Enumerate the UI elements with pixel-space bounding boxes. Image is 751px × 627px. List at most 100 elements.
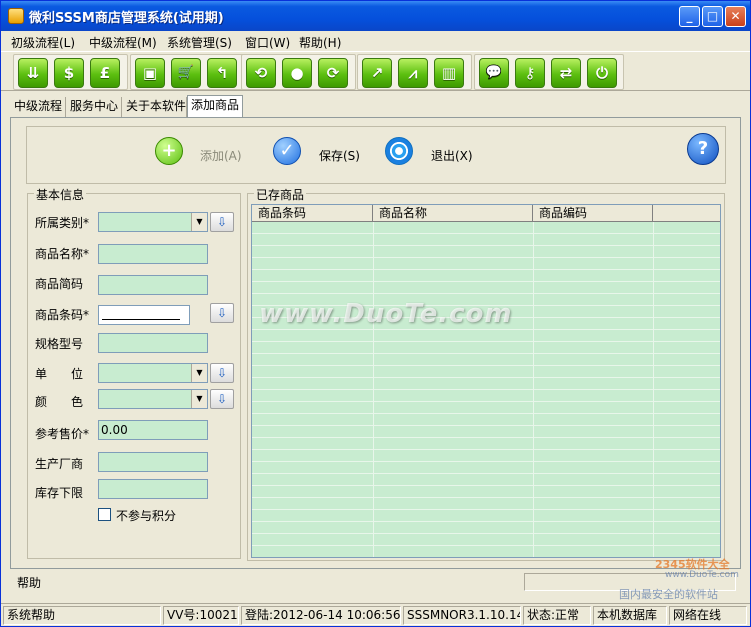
- no-points-checkbox[interactable]: [98, 508, 111, 521]
- app-window: 微利SSSM商店管理系统(试用期) _ □ ✕ 初级流程(L) 中级流程(M) …: [0, 0, 751, 627]
- unit-combo[interactable]: ▼: [98, 363, 208, 383]
- table-row[interactable]: [252, 330, 720, 342]
- maker-label: 生产厂商: [35, 457, 84, 471]
- table-row[interactable]: [252, 366, 720, 378]
- table-row[interactable]: [252, 450, 720, 462]
- column-divider: [720, 222, 721, 558]
- model-field[interactable]: [98, 333, 208, 353]
- sync-icon[interactable]: ⇄: [551, 58, 581, 88]
- checkmark-icon[interactable]: ✓: [273, 137, 301, 165]
- exit-button[interactable]: 退出(X): [431, 147, 473, 164]
- column-header-name[interactable]: 商品名称: [373, 205, 533, 222]
- menu-window[interactable]: 窗口(W): [245, 34, 290, 51]
- save-button[interactable]: 保存(S): [319, 147, 360, 164]
- menu-basic-flow[interactable]: 初级流程(L): [11, 34, 75, 51]
- apple-icon[interactable]: ●: [282, 58, 312, 88]
- table-row[interactable]: [252, 378, 720, 390]
- power-icon[interactable]: ⏻: [587, 58, 617, 88]
- table-row[interactable]: [252, 474, 720, 486]
- barcode-field[interactable]: [98, 305, 190, 325]
- toolbar-group-4: ↗ ⩘ ▥: [357, 54, 472, 90]
- status-state: 状态:正常: [523, 606, 591, 625]
- minimize-button[interactable]: _: [679, 6, 700, 27]
- table-row[interactable]: [252, 246, 720, 258]
- chevron-down-icon[interactable]: ▼: [191, 390, 207, 408]
- add-button[interactable]: 添加(A): [200, 147, 242, 164]
- toolbar-group-2: ▣ 🛒 ↰: [130, 54, 245, 90]
- table-row[interactable]: [252, 342, 720, 354]
- category-pick-icon[interactable]: ⇩: [210, 212, 234, 232]
- circle-arrows-icon[interactable]: ⟲: [246, 58, 276, 88]
- table-row[interactable]: [252, 414, 720, 426]
- toolbar-group-5: 💬 ⚷ ⇄ ⏻: [474, 54, 624, 90]
- category-combo[interactable]: ▼: [98, 212, 208, 232]
- table-row[interactable]: [252, 462, 720, 474]
- speech-bubble-icon[interactable]: 💬: [479, 58, 509, 88]
- table-header: 商品条码 商品名称 商品编码: [252, 205, 720, 222]
- table-row[interactable]: [252, 510, 720, 522]
- pound-icon[interactable]: £: [90, 58, 120, 88]
- price-field[interactable]: 0.00: [98, 420, 208, 440]
- table-row[interactable]: [252, 522, 720, 534]
- close-button[interactable]: ✕: [725, 6, 746, 27]
- menu-mid-flow[interactable]: 中级流程(M): [89, 34, 157, 51]
- menu-help[interactable]: 帮助(H): [299, 34, 341, 51]
- barcode-pick-icon[interactable]: ⇩: [210, 303, 234, 323]
- tab-about[interactable]: 关于本软件: [123, 97, 187, 117]
- table-row[interactable]: [252, 270, 720, 282]
- app-icon: [8, 8, 24, 24]
- unit-pick-icon[interactable]: ⇩: [210, 363, 234, 383]
- table-row[interactable]: [252, 486, 720, 498]
- category-label: 所属类别*: [35, 216, 90, 230]
- table-row[interactable]: [252, 534, 720, 546]
- return-arrow-icon[interactable]: ↰: [207, 58, 237, 88]
- money-bag-icon[interactable]: $: [54, 58, 84, 88]
- table-row[interactable]: [252, 390, 720, 402]
- shopping-cart-icon[interactable]: 🛒: [171, 58, 201, 88]
- stored-goods-table[interactable]: 商品条码 商品名称 商品编码: [251, 204, 721, 558]
- menu-system[interactable]: 系统管理(S): [167, 34, 232, 51]
- table-row[interactable]: [252, 498, 720, 510]
- document-icon[interactable]: ▣: [135, 58, 165, 88]
- double-chevron-down-icon[interactable]: ⇊: [18, 58, 48, 88]
- name-field[interactable]: [98, 244, 208, 264]
- title-bar[interactable]: 微利SSSM商店管理系统(试用期) _ □ ✕: [1, 1, 750, 31]
- maximize-button[interactable]: □: [702, 6, 723, 27]
- table-row[interactable]: [252, 282, 720, 294]
- corner-watermark: 2345软件大全 www.DuoTe.com 国内最安全的软件站: [613, 556, 749, 602]
- table-row[interactable]: [252, 258, 720, 270]
- basic-info-title: 基本信息: [34, 186, 87, 203]
- add-icon[interactable]: +: [155, 137, 183, 165]
- help-question-icon[interactable]: ?: [687, 133, 719, 165]
- tab-service-center[interactable]: 服务中心: [67, 97, 122, 117]
- table-row[interactable]: [252, 438, 720, 450]
- color-combo[interactable]: ▼: [98, 389, 208, 409]
- price-label: 参考售价*: [35, 427, 90, 441]
- table-row[interactable]: [252, 234, 720, 246]
- area-chart-icon[interactable]: ⩘: [398, 58, 428, 88]
- watermark: www.DuoTe.com: [259, 299, 513, 329]
- stock-min-field[interactable]: [98, 479, 208, 499]
- short-code-field[interactable]: [98, 275, 208, 295]
- maker-field[interactable]: [98, 452, 208, 472]
- chevron-down-icon[interactable]: ▼: [191, 213, 207, 231]
- table-row[interactable]: [252, 222, 720, 234]
- tab-mid-flow[interactable]: 中级流程: [11, 97, 66, 117]
- table-row[interactable]: [252, 426, 720, 438]
- color-pick-icon[interactable]: ⇩: [210, 389, 234, 409]
- exit-target-icon[interactable]: [385, 137, 413, 165]
- bar-chart-icon[interactable]: ▥: [434, 58, 464, 88]
- toolbar: ⇊ $ £ ▣ 🛒 ↰ ⟲ ● ⟳ ↗ ⩘ ▥ 💬 ⚷ ⇄ ⏻: [1, 51, 750, 91]
- table-row[interactable]: [252, 354, 720, 366]
- menu-bar: 初级流程(L) 中级流程(M) 系统管理(S) 窗口(W) 帮助(H): [1, 31, 750, 51]
- line-chart-icon[interactable]: ↗: [362, 58, 392, 88]
- column-header-barcode[interactable]: 商品条码: [252, 205, 373, 222]
- column-header-empty: [653, 205, 720, 222]
- chevron-down-icon[interactable]: ▼: [191, 364, 207, 382]
- table-row[interactable]: [252, 402, 720, 414]
- stock-min-label: 库存下限: [35, 486, 84, 500]
- refresh-icon[interactable]: ⟳: [318, 58, 348, 88]
- tab-add-goods[interactable]: 添加商品: [187, 95, 243, 117]
- column-header-code[interactable]: 商品编码: [533, 205, 653, 222]
- key-icon[interactable]: ⚷: [515, 58, 545, 88]
